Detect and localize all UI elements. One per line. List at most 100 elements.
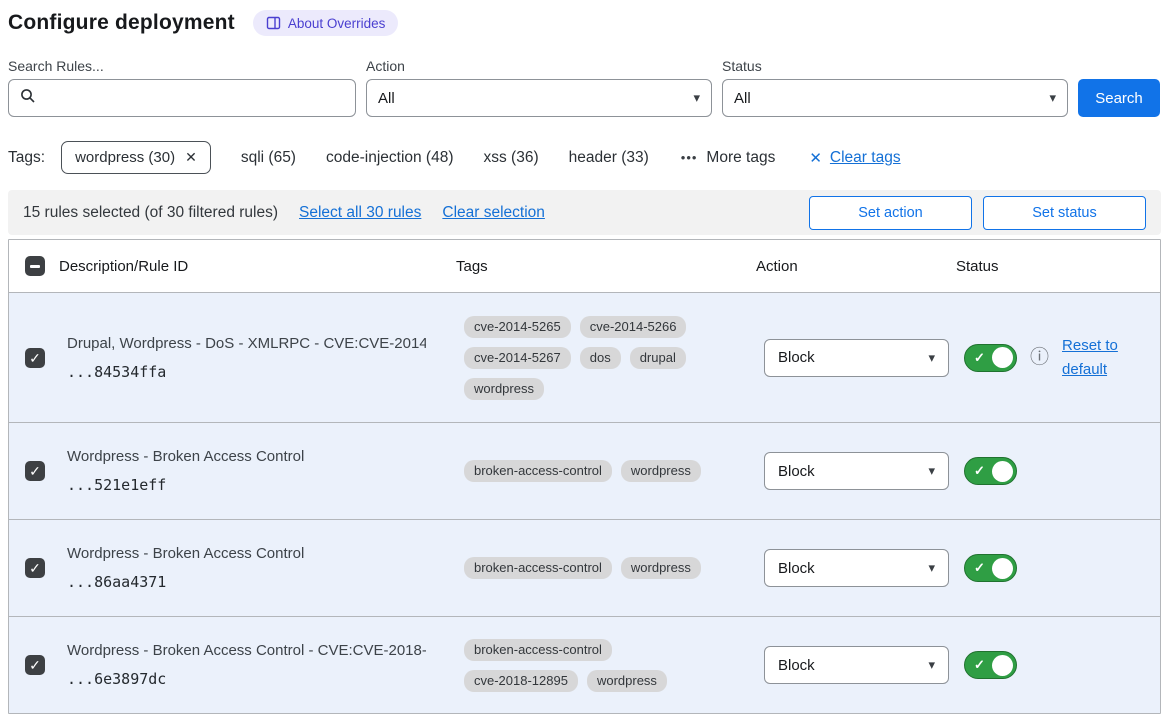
info-icon[interactable]: ⓘ bbox=[1030, 348, 1049, 367]
tag-link-xss[interactable]: xss (36) bbox=[484, 149, 539, 167]
status-toggle-on[interactable]: ✓ bbox=[964, 457, 1017, 485]
clear-tags-label: Clear tags bbox=[830, 149, 901, 167]
rule-description-cell: Drupal, Wordpress - DoS - XMLRPC - CVE:C… bbox=[59, 321, 456, 395]
status-filter-value: All bbox=[734, 90, 751, 107]
header-checkbox-cell bbox=[9, 256, 59, 276]
rule-description-cell: Wordpress - Broken Access Control - CVE:… bbox=[59, 628, 456, 702]
selected-tag-wordpress[interactable]: wordpress (30) ✕ bbox=[61, 141, 211, 174]
status-toggle-on[interactable]: ✓ bbox=[964, 651, 1017, 679]
column-header-description: Description/Rule ID bbox=[59, 258, 456, 275]
tag-pill: dos bbox=[580, 347, 621, 369]
rule-description-cell: Wordpress - Broken Access Control ...86a… bbox=[59, 531, 456, 605]
chevron-down-icon: ▾ bbox=[693, 90, 700, 106]
row-checkbox-checked[interactable]: ✓ bbox=[25, 348, 45, 368]
check-icon: ✓ bbox=[974, 657, 985, 673]
clear-selection-link[interactable]: Clear selection bbox=[442, 204, 545, 222]
tags-label: Tags: bbox=[8, 149, 45, 167]
set-action-button[interactable]: Set action bbox=[809, 196, 972, 230]
action-select[interactable]: Block ▾ bbox=[764, 452, 949, 490]
action-select-value: Block bbox=[778, 560, 815, 577]
search-input[interactable] bbox=[44, 90, 344, 107]
action-select[interactable]: Block ▾ bbox=[764, 339, 949, 377]
rule-description: Wordpress - Broken Access Control bbox=[67, 545, 426, 562]
tag-pill: broken-access-control bbox=[464, 557, 612, 579]
column-header-tags: Tags bbox=[456, 258, 756, 275]
more-tags-button[interactable]: ••• More tags bbox=[681, 149, 776, 167]
toggle-knob bbox=[992, 558, 1013, 579]
configure-deployment-page: Configure deployment About Overrides Sea… bbox=[0, 0, 1167, 714]
page-header: Configure deployment About Overrides bbox=[8, 10, 1161, 36]
close-icon[interactable]: ✕ bbox=[185, 149, 197, 166]
action-filter-label: Action bbox=[366, 58, 712, 74]
check-icon: ✓ bbox=[974, 350, 985, 366]
rule-tags-cell: cve-2014-5265 cve-2014-5266 cve-2014-526… bbox=[456, 304, 756, 412]
table-row: ✓ Drupal, Wordpress - DoS - XMLRPC - CVE… bbox=[9, 292, 1160, 422]
status-toggle-on[interactable]: ✓ bbox=[964, 554, 1017, 582]
set-status-button[interactable]: Set status bbox=[983, 196, 1146, 230]
action-filter-select[interactable]: All ▾ bbox=[366, 79, 712, 117]
column-header-status: Status bbox=[956, 258, 1160, 275]
table-header-row: Description/Rule ID Tags Action Status bbox=[9, 240, 1160, 292]
filter-row: Search Rules... Action All ▾ Status All bbox=[8, 58, 1161, 117]
check-icon: ✓ bbox=[974, 560, 985, 576]
check-icon: ✓ bbox=[29, 464, 41, 478]
select-all-link[interactable]: Select all 30 rules bbox=[299, 204, 421, 222]
table-row: ✓ Wordpress - Broken Access Control ...8… bbox=[9, 519, 1160, 616]
action-select[interactable]: Block ▾ bbox=[764, 549, 949, 587]
page-title: Configure deployment bbox=[8, 11, 235, 35]
action-select-value: Block bbox=[778, 463, 815, 480]
tag-pill: cve-2014-5267 bbox=[464, 347, 571, 369]
row-checkbox-checked[interactable]: ✓ bbox=[25, 558, 45, 578]
check-icon: ✓ bbox=[974, 463, 985, 479]
row-checkbox-checked[interactable]: ✓ bbox=[25, 655, 45, 675]
close-icon: ✕ bbox=[809, 149, 822, 167]
rule-id: ...6e3897dc bbox=[67, 670, 426, 688]
tag-link-header[interactable]: header (33) bbox=[569, 149, 649, 167]
indeterminate-dash-icon bbox=[30, 265, 40, 268]
tag-pill: cve-2014-5265 bbox=[464, 316, 571, 338]
row-checkbox-checked[interactable]: ✓ bbox=[25, 461, 45, 481]
tag-link-sqli[interactable]: sqli (65) bbox=[241, 149, 296, 167]
chevron-down-icon: ▾ bbox=[928, 560, 935, 576]
tag-pill: wordpress bbox=[621, 460, 701, 482]
search-field: Search Rules... bbox=[8, 58, 356, 117]
rule-description-cell: Wordpress - Broken Access Control ...521… bbox=[59, 434, 456, 508]
rule-id: ...86aa4371 bbox=[67, 573, 426, 591]
tag-pill: wordpress bbox=[464, 378, 544, 400]
book-icon bbox=[266, 16, 281, 30]
table-row: ✓ Wordpress - Broken Access Control - CV… bbox=[9, 616, 1160, 713]
status-toggle-on[interactable]: ✓ bbox=[964, 344, 1017, 372]
rule-description: Wordpress - Broken Access Control bbox=[67, 448, 426, 465]
tag-pill: wordpress bbox=[621, 557, 701, 579]
about-overrides-badge[interactable]: About Overrides bbox=[253, 10, 399, 36]
reset-to-default-link[interactable]: Reset to default bbox=[1062, 334, 1134, 381]
selection-bar: 15 rules selected (of 30 filtered rules)… bbox=[8, 190, 1161, 235]
rules-table: Description/Rule ID Tags Action Status ✓… bbox=[8, 239, 1161, 714]
check-icon: ✓ bbox=[29, 561, 41, 575]
chevron-down-icon: ▾ bbox=[928, 657, 935, 673]
tag-pill: cve-2014-5266 bbox=[580, 316, 687, 338]
search-label: Search Rules... bbox=[8, 58, 356, 74]
tag-link-code-injection[interactable]: code-injection (48) bbox=[326, 149, 454, 167]
tag-pill: drupal bbox=[630, 347, 686, 369]
check-icon: ✓ bbox=[29, 658, 41, 672]
tag-pill: cve-2018-12895 bbox=[464, 670, 578, 692]
chevron-down-icon: ▾ bbox=[1049, 90, 1056, 106]
rule-id: ...84534ffa bbox=[67, 363, 426, 381]
action-select[interactable]: Block ▾ bbox=[764, 646, 949, 684]
select-all-checkbox-indeterminate[interactable] bbox=[25, 256, 45, 276]
status-filter-label: Status bbox=[722, 58, 1068, 74]
tag-pill: broken-access-control bbox=[464, 460, 612, 482]
ellipsis-icon: ••• bbox=[681, 150, 698, 165]
column-header-action: Action bbox=[756, 258, 956, 275]
status-filter-select[interactable]: All ▾ bbox=[722, 79, 1068, 117]
action-filter-value: All bbox=[378, 90, 395, 107]
tags-bar: Tags: wordpress (30) ✕ sqli (65) code-in… bbox=[8, 141, 1161, 174]
selected-tag-label: wordpress (30) bbox=[75, 149, 175, 166]
toggle-knob bbox=[992, 655, 1013, 676]
clear-tags-button[interactable]: ✕ Clear tags bbox=[809, 149, 900, 167]
search-button[interactable]: Search bbox=[1078, 79, 1160, 117]
rule-id: ...521e1eff bbox=[67, 476, 426, 494]
action-select-value: Block bbox=[778, 657, 815, 674]
action-filter-field: Action All ▾ bbox=[366, 58, 712, 117]
